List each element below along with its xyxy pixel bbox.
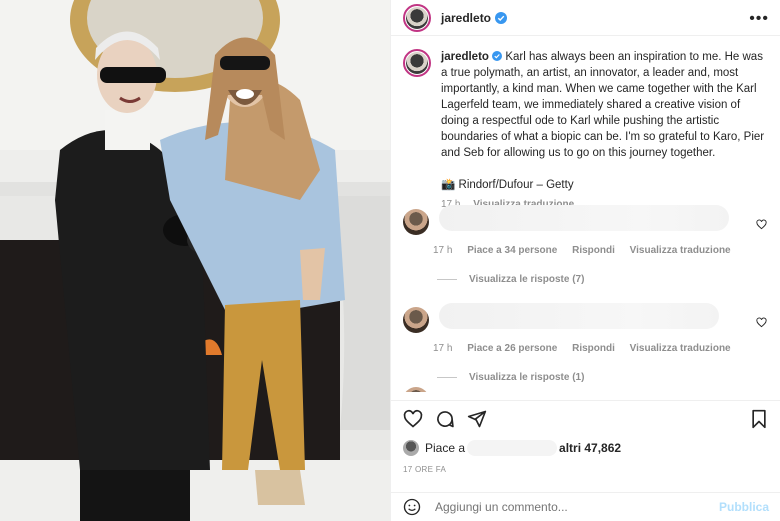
commenter-avatar[interactable] bbox=[403, 307, 429, 333]
post-time-ago: 17 ORE FA bbox=[403, 465, 447, 474]
photo-illustration bbox=[0, 0, 390, 521]
caption-verified-icon bbox=[492, 51, 503, 61]
likes-count[interactable]: altri 47,862 bbox=[559, 441, 621, 455]
commenter-avatar[interactable] bbox=[403, 387, 429, 392]
author-username[interactable]: jaredleto bbox=[441, 11, 491, 25]
liker-avatar bbox=[403, 440, 419, 456]
view-replies-link[interactable]: Visualizza le risposte (7) bbox=[437, 274, 771, 285]
comment-time: 17 h bbox=[433, 343, 453, 354]
commenter-avatar[interactable] bbox=[403, 209, 429, 235]
photo-credit: 📸 Rindorf/Dufour – Getty bbox=[441, 179, 574, 191]
comments-scroll-area[interactable]: jaredleto Karl has always been an inspir… bbox=[391, 37, 780, 392]
caption-text: Karl has always been an inspiration to m… bbox=[441, 51, 765, 159]
verified-badge-icon bbox=[495, 11, 508, 24]
comment-likes[interactable]: Piace a 34 persone bbox=[467, 245, 557, 256]
blurred-liker-name bbox=[467, 440, 558, 456]
caption-avatar[interactable] bbox=[403, 49, 431, 77]
like-heart-icon[interactable] bbox=[403, 409, 423, 429]
comment-item: 17 h Piace a 26 persone Rispondi Visuali… bbox=[403, 303, 771, 383]
view-replies-link[interactable]: Visualizza le risposte (1) bbox=[437, 372, 771, 383]
view-replies-label: Visualizza le risposte (7) bbox=[469, 274, 585, 285]
comment-item-partial bbox=[403, 387, 771, 392]
comment-translate-link[interactable]: Visualizza traduzione bbox=[630, 245, 731, 256]
blurred-comment-text bbox=[439, 205, 729, 231]
comment-bubble-icon[interactable] bbox=[435, 409, 455, 429]
likes-summary[interactable]: Piace a altri 47,862 bbox=[403, 440, 621, 456]
comment-reply-button[interactable]: Rispondi bbox=[572, 343, 615, 354]
blurred-comment-text bbox=[439, 303, 719, 329]
share-direct-icon[interactable] bbox=[467, 409, 487, 429]
emoji-icon[interactable] bbox=[403, 498, 421, 516]
comment-like-heart-icon[interactable] bbox=[756, 219, 767, 230]
comment-reply-button[interactable]: Rispondi bbox=[572, 245, 615, 256]
comment-item: 17 h Piace a 34 persone Rispondi Visuali… bbox=[403, 205, 771, 285]
instagram-post: jaredleto ••• jaredleto Karl has always … bbox=[0, 0, 780, 521]
view-replies-label: Visualizza le risposte (1) bbox=[469, 372, 585, 383]
comment-likes[interactable]: Piace a 26 persone bbox=[467, 343, 557, 354]
post-sidebar: jaredleto ••• jaredleto Karl has always … bbox=[390, 0, 780, 521]
post-caption: jaredleto Karl has always been an inspir… bbox=[403, 49, 771, 213]
save-bookmark-icon[interactable] bbox=[749, 409, 769, 429]
post-actions-bar bbox=[391, 400, 780, 432]
post-header: jaredleto ••• bbox=[391, 0, 780, 36]
more-options-icon[interactable]: ••• bbox=[749, 10, 769, 28]
post-photo[interactable] bbox=[0, 0, 390, 521]
comment-translate-link[interactable]: Visualizza traduzione bbox=[630, 343, 731, 354]
comment-input[interactable] bbox=[435, 500, 719, 514]
add-comment-bar: Pubblica bbox=[391, 492, 780, 521]
likes-prefix: Piace a bbox=[425, 441, 466, 455]
comment-like-heart-icon[interactable] bbox=[756, 317, 767, 328]
publish-button[interactable]: Pubblica bbox=[719, 500, 769, 514]
author-avatar[interactable] bbox=[403, 3, 431, 32]
comment-time: 17 h bbox=[433, 245, 453, 256]
caption-username[interactable]: jaredleto bbox=[441, 51, 489, 63]
